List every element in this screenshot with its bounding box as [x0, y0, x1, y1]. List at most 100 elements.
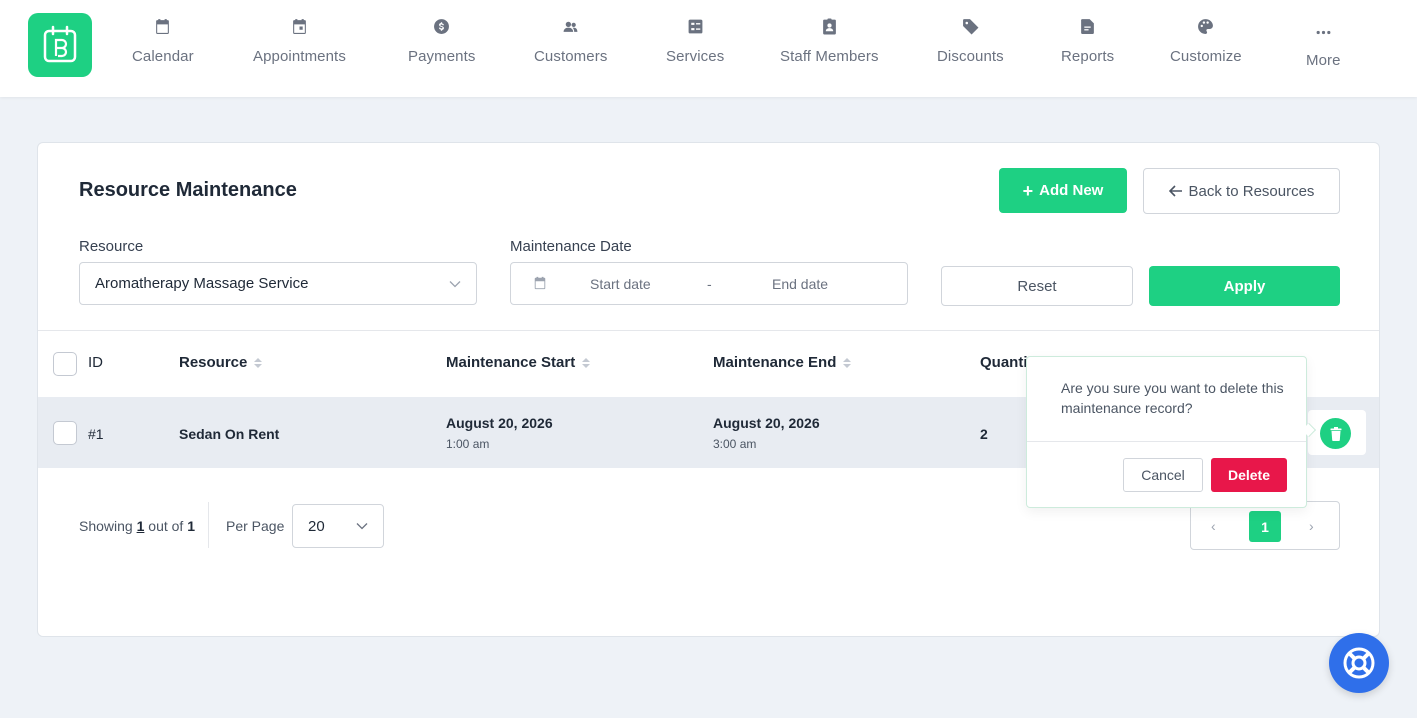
- date-separator: -: [707, 276, 712, 292]
- sort-icon: [254, 357, 263, 368]
- row-maintenance-start: August 20, 2026 1:00 am: [446, 415, 553, 451]
- nav-label: Calendar: [132, 48, 194, 65]
- divider: [1027, 441, 1306, 442]
- back-to-resources-button[interactable]: Back to Resources: [1143, 168, 1340, 214]
- tag-icon: [960, 16, 980, 36]
- nav-discounts[interactable]: Discounts: [937, 16, 1004, 65]
- row-quantity: 2: [980, 426, 988, 442]
- per-page-value: 20: [308, 517, 325, 535]
- showing-mid: out of: [148, 518, 184, 534]
- arrow-left-icon: [1168, 185, 1182, 197]
- column-maintenance-start[interactable]: Maintenance Start: [446, 354, 591, 371]
- app-logo[interactable]: [28, 13, 92, 77]
- nav-more[interactable]: More: [1306, 22, 1341, 69]
- nav-label: More: [1306, 52, 1341, 69]
- report-icon: [1078, 16, 1098, 36]
- cancel-button[interactable]: Cancel: [1123, 458, 1203, 492]
- prev-page-icon[interactable]: ‹: [1211, 518, 1216, 534]
- apply-button[interactable]: Apply: [1149, 266, 1340, 306]
- logo-icon: [43, 25, 77, 63]
- confirm-delete-button[interactable]: Delete: [1211, 458, 1287, 492]
- back-label: Back to Resources: [1188, 182, 1315, 200]
- column-resource-label: Resource: [179, 354, 248, 371]
- add-new-label: Add New: [1039, 182, 1104, 199]
- trash-icon: [1330, 426, 1341, 441]
- select-all-checkbox[interactable]: [53, 352, 77, 376]
- nav-label: Staff Members: [780, 48, 879, 65]
- plus-icon: +: [1022, 180, 1034, 201]
- nav-customize[interactable]: Customize: [1170, 16, 1242, 65]
- nav-label: Appointments: [253, 48, 346, 65]
- delete-row-button[interactable]: [1320, 418, 1351, 449]
- resource-select-value: Aromatherapy Massage Service: [95, 275, 309, 292]
- sort-icon: [843, 357, 852, 368]
- end-date-input[interactable]: End date: [772, 276, 828, 292]
- resource-filter-label: Resource: [79, 238, 144, 255]
- start-date: August 20, 2026: [446, 415, 553, 431]
- calendar-icon: [534, 276, 546, 290]
- palette-icon: [1196, 16, 1216, 36]
- column-id-label: ID: [88, 354, 103, 371]
- showing-total: 1: [187, 518, 195, 534]
- end-time: 3:00 am: [713, 437, 757, 451]
- row-id: #1: [88, 426, 104, 442]
- row-actions: [1308, 410, 1366, 455]
- pagination: ‹ 1 ›: [1190, 501, 1340, 550]
- row-resource: Sedan On Rent: [179, 426, 280, 442]
- resource-select[interactable]: Aromatherapy Massage Service: [79, 262, 477, 305]
- nav-label: Customize: [1170, 48, 1242, 65]
- start-time: 1:00 am: [446, 437, 490, 451]
- add-new-button[interactable]: + Add New: [999, 168, 1127, 213]
- chevron-down-icon: [449, 280, 461, 287]
- chevron-down-icon: [356, 523, 368, 530]
- column-maintenance-end[interactable]: Maintenance End: [713, 354, 852, 371]
- more-dots-icon: [1313, 22, 1333, 42]
- calendar-check-icon: [289, 16, 309, 36]
- nav-calendar[interactable]: Calendar: [132, 16, 194, 65]
- dollar-icon: [432, 16, 452, 36]
- page-title: Resource Maintenance: [79, 179, 297, 201]
- nav-label: Payments: [408, 48, 476, 65]
- end-date: August 20, 2026: [713, 415, 820, 431]
- id-badge-icon: [819, 16, 839, 36]
- page-button-current[interactable]: 1: [1249, 511, 1281, 542]
- showing-current: 1: [136, 518, 145, 534]
- per-page-label: Per Page: [226, 518, 285, 534]
- maintenance-date-label: Maintenance Date: [510, 238, 632, 255]
- nav-services[interactable]: Services: [666, 16, 724, 65]
- column-quantity[interactable]: Quanti: [980, 354, 1028, 371]
- list-icon: [685, 16, 705, 36]
- delete-confirm-popover: Are you sure you want to delete this mai…: [1026, 356, 1317, 508]
- column-quantity-label: Quanti: [980, 354, 1028, 371]
- nav-label: Reports: [1061, 48, 1115, 65]
- nav-label: Customers: [534, 48, 608, 65]
- date-range-picker[interactable]: Start date - End date: [510, 262, 908, 305]
- divider: [208, 502, 209, 548]
- lifebuoy-icon: [1343, 647, 1375, 679]
- top-navigation: Calendar Appointments Payments Customers…: [0, 0, 1417, 97]
- reset-button[interactable]: Reset: [941, 266, 1133, 306]
- nav-staff-members[interactable]: Staff Members: [780, 16, 879, 65]
- nav-label: Discounts: [937, 48, 1004, 65]
- row-checkbox[interactable]: [53, 421, 77, 445]
- calendar-icon: [153, 16, 173, 36]
- nav-payments[interactable]: Payments: [408, 16, 476, 65]
- showing-prefix: Showing: [79, 518, 133, 534]
- nav-appointments[interactable]: Appointments: [253, 16, 346, 65]
- next-page-icon[interactable]: ›: [1309, 518, 1314, 534]
- users-icon: [561, 16, 581, 36]
- start-date-input[interactable]: Start date: [590, 276, 651, 292]
- nav-reports[interactable]: Reports: [1061, 16, 1114, 65]
- column-end-label: Maintenance End: [713, 354, 837, 371]
- column-resource[interactable]: Resource: [179, 354, 263, 371]
- nav-label: Services: [666, 48, 725, 65]
- showing-count: Showing 1 out of 1: [79, 518, 195, 534]
- sort-icon: [582, 357, 591, 368]
- nav-customers[interactable]: Customers: [534, 16, 607, 65]
- column-start-label: Maintenance Start: [446, 354, 576, 371]
- popover-message: Are you sure you want to delete this mai…: [1061, 380, 1284, 416]
- help-button[interactable]: [1329, 633, 1389, 693]
- column-id[interactable]: ID: [88, 354, 103, 371]
- per-page-select[interactable]: 20: [292, 504, 384, 548]
- row-maintenance-end: August 20, 2026 3:00 am: [713, 415, 820, 451]
